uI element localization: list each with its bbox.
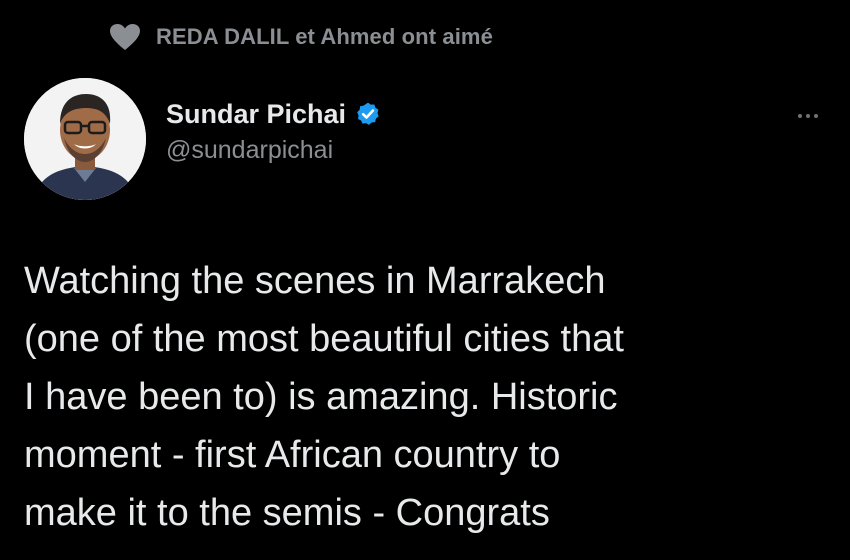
heart-icon: [108, 22, 142, 52]
more-dot: [806, 114, 810, 118]
avatar[interactable]: [24, 78, 146, 200]
more-options-icon[interactable]: [788, 106, 828, 126]
tweet-author: Sundar Pichai @sundarpichai: [166, 96, 382, 165]
verified-badge-icon: [354, 100, 382, 128]
social-context-text: REDA DALIL et Ahmed ont aimé: [156, 24, 493, 49]
author-name-row: Sundar Pichai: [166, 96, 382, 132]
tweet-text: Watching the scenes in Marrakech (one of…: [24, 260, 624, 534]
author-handle[interactable]: @sundarpichai: [166, 136, 382, 165]
more-dot: [814, 114, 818, 118]
social-context[interactable]: REDA DALIL et Ahmed ont aimé: [108, 20, 493, 54]
more-dot: [798, 114, 802, 118]
author-display-name[interactable]: Sundar Pichai: [166, 99, 346, 130]
